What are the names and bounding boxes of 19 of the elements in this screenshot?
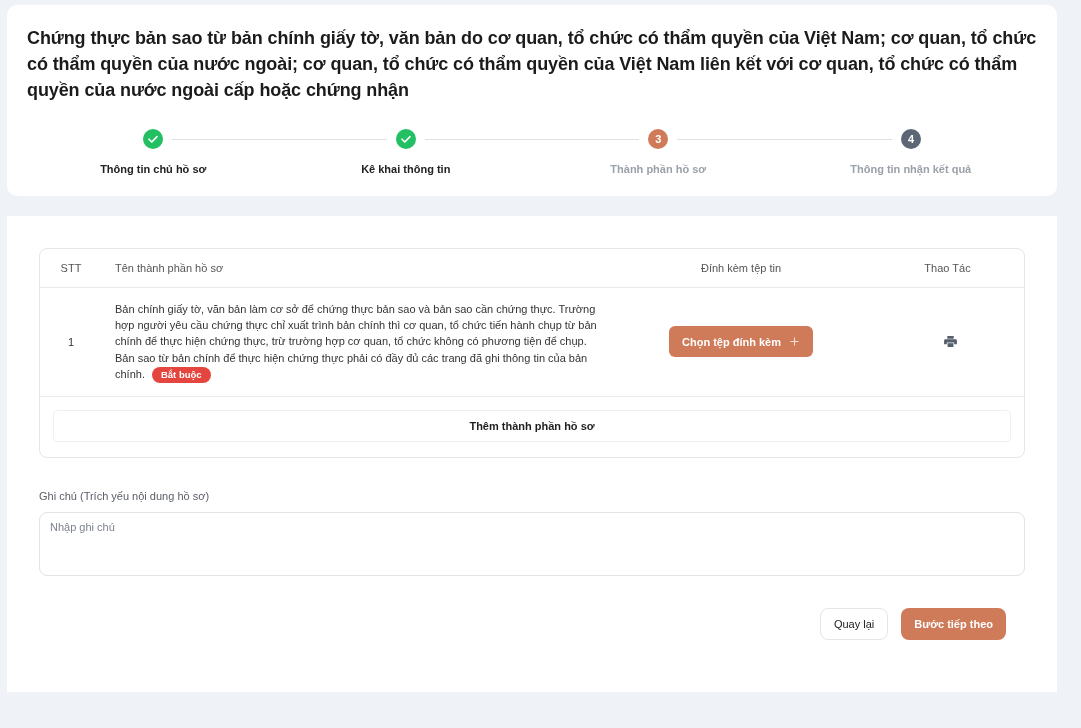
step-number: 4: [901, 129, 921, 149]
column-header: Tên thành phần hồ sơ: [114, 262, 224, 274]
printer-icon[interactable]: [944, 336, 957, 348]
step-label: Kê khai thông tin: [361, 162, 451, 176]
add-document-button[interactable]: Thêm thành phần hồ sơ: [53, 409, 1011, 442]
step-label: Thành phần hồ sơ: [610, 162, 707, 176]
column-header: Đính kèm tệp tin: [700, 262, 782, 274]
step-label: Thông tin chủ hồ sơ: [100, 162, 207, 176]
document-description: Bản chính giấy tờ, văn bản làm cơ sở để chứng thực bản sao và bản sao cần chứng thực. Trường hợp người yêu cầu chứng thực chỉ xuất trình bản chính thì cơ quan, tổ chức tiến hành chụp từ bản chính để thực hiện chứng thực, trừ trường hợp cơ quan, tổ chức không có phương tiện để chụp. Bản sao từ bản chính để thực hiện chứng thực phải có đầy đủ các trang đã ghi thông tin của bản chính. Bắt buộc: [115, 301, 598, 383]
plus-icon: [790, 337, 799, 347]
table-cell: 1: [67, 335, 75, 348]
step-number: 3: [648, 129, 669, 149]
note-field[interactable]: Nhập ghi chú: [39, 511, 1025, 576]
note-label: Ghi chú (Trích yếu nội dung hồ sơ): [39, 488, 210, 503]
column-header: Thao Tác: [924, 262, 971, 274]
column-header: STT: [60, 262, 82, 274]
back-button[interactable]: Quay lại: [819, 607, 889, 640]
step-label: Thông tin nhận kết quả: [850, 162, 972, 176]
page-title: Chứng thực bản sao từ bản chính giấy tờ, văn bản do cơ quan, tổ chức có thẩm quyền của Việt Nam; cơ quan, tổ chức có thẩm quyền của nước ngoài; cơ quan, tổ chức có thẩm quyền của Việt Nam liên kết với cơ quan, tổ chức có thẩm quyền của nước ngoài cấp hoặc chứng nhận: [27, 27, 1037, 102]
